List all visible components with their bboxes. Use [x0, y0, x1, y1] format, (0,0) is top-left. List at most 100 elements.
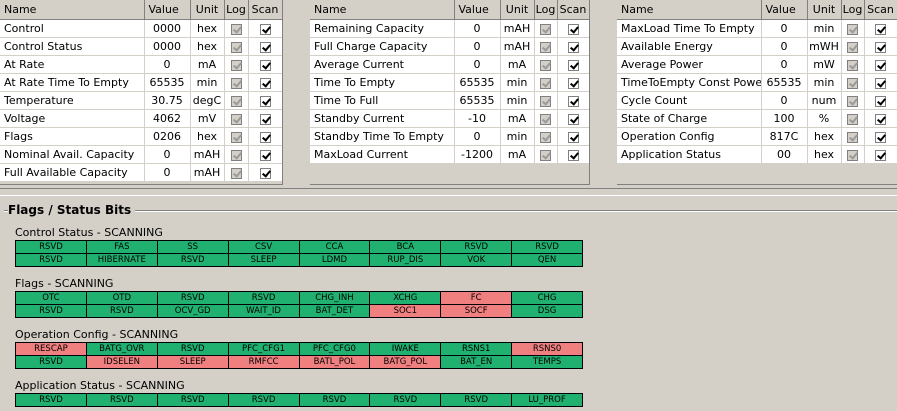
- column-header-unit[interactable]: Unit: [190, 0, 225, 20]
- table-row[interactable]: Application Status 00 hex: [617, 145, 897, 164]
- log-cell: [534, 55, 558, 74]
- scan-checkbox[interactable]: [259, 41, 271, 53]
- log-checkbox[interactable]: [540, 23, 551, 35]
- table-row[interactable]: At Rate Time To Empty 65535 min: [0, 73, 282, 92]
- log-checkbox[interactable]: [540, 41, 551, 53]
- scan-checkbox[interactable]: [875, 113, 886, 125]
- table-row[interactable]: Control 0000 hex: [0, 19, 282, 38]
- log-cell: [534, 19, 558, 38]
- scan-checkbox[interactable]: [567, 95, 579, 107]
- scan-checkbox[interactable]: [259, 77, 271, 89]
- log-checkbox[interactable]: [847, 77, 858, 89]
- column-header-scan[interactable]: Scan: [864, 0, 897, 20]
- column-header-value[interactable]: Value: [144, 0, 191, 20]
- log-checkbox[interactable]: [540, 131, 551, 143]
- table-row[interactable]: MaxLoad Time To Empty 0 min: [617, 19, 897, 38]
- scan-checkbox[interactable]: [567, 131, 579, 143]
- log-checkbox[interactable]: [230, 167, 242, 179]
- log-checkbox[interactable]: [540, 59, 551, 71]
- column-header-name[interactable]: Name: [310, 0, 455, 20]
- column-header-value[interactable]: Value: [761, 0, 808, 20]
- scan-checkbox[interactable]: [875, 23, 886, 35]
- scan-checkbox[interactable]: [875, 41, 886, 53]
- log-checkbox[interactable]: [230, 131, 242, 143]
- column-header-scan[interactable]: Scan: [248, 0, 282, 20]
- table-row[interactable]: Cycle Count 0 num: [617, 91, 897, 110]
- scan-checkbox[interactable]: [567, 59, 579, 71]
- scan-checkbox[interactable]: [259, 149, 271, 161]
- status-bit: XCHG: [369, 291, 442, 305]
- scan-checkbox[interactable]: [259, 59, 271, 71]
- scan-checkbox[interactable]: [875, 131, 886, 143]
- scan-checkbox[interactable]: [259, 95, 271, 107]
- table-row[interactable]: Standby Current -10 mA: [310, 109, 589, 128]
- table-row[interactable]: State of Charge 100%: [617, 109, 897, 128]
- scan-checkbox[interactable]: [259, 167, 271, 179]
- log-checkbox[interactable]: [230, 41, 242, 53]
- scan-checkbox[interactable]: [567, 113, 579, 125]
- table-row[interactable]: Operation Config 817C hex: [617, 127, 897, 146]
- log-checkbox[interactable]: [847, 41, 858, 53]
- table-row[interactable]: Remaining Capacity 0 mAH: [310, 19, 589, 38]
- log-checkbox[interactable]: [847, 113, 858, 125]
- table-row[interactable]: Full Available Capacity 0 mAH: [0, 163, 282, 182]
- log-checkbox[interactable]: [230, 149, 242, 161]
- log-checkbox[interactable]: [847, 23, 858, 35]
- table-row[interactable]: Average Current 0 mA: [310, 55, 589, 74]
- scan-checkbox[interactable]: [875, 77, 886, 89]
- log-checkbox[interactable]: [540, 95, 551, 107]
- scan-checkbox[interactable]: [875, 149, 886, 161]
- log-checkbox[interactable]: [847, 131, 858, 143]
- scan-checkbox[interactable]: [567, 41, 579, 53]
- column-header-log[interactable]: Log: [224, 0, 249, 20]
- column-header-name[interactable]: Name: [617, 0, 762, 20]
- log-checkbox[interactable]: [230, 113, 242, 125]
- bit-row: RSVD RSVD OCV_GD WAIT_ID BAT_DET SOC1 SOCF DSG: [15, 304, 583, 318]
- scan-checkbox[interactable]: [259, 113, 271, 125]
- scan-checkbox[interactable]: [567, 149, 579, 161]
- log-checkbox[interactable]: [230, 59, 242, 71]
- table-row[interactable]: Standby Time To Empty 0 min: [310, 127, 589, 146]
- scan-checkbox[interactable]: [567, 23, 579, 35]
- status-bit: CSV: [227, 240, 300, 254]
- log-checkbox[interactable]: [230, 77, 242, 89]
- scan-checkbox[interactable]: [259, 23, 271, 35]
- table-row[interactable]: TimeToEmpty Const Power 65535 min: [617, 73, 897, 92]
- table-row[interactable]: Flags 0206 hex: [0, 127, 282, 146]
- table-row[interactable]: At Rate 0 mA: [0, 55, 282, 74]
- table-row[interactable]: Average Power 0 mW: [617, 55, 897, 74]
- scan-cell: [557, 19, 589, 38]
- log-checkbox[interactable]: [540, 149, 551, 161]
- column-header-value[interactable]: Value: [454, 0, 501, 20]
- column-header-name[interactable]: Name: [0, 0, 145, 20]
- log-checkbox[interactable]: [230, 95, 242, 107]
- table-row[interactable]: Control Status 0000 hex: [0, 37, 282, 56]
- column-header-log[interactable]: Log: [841, 0, 865, 20]
- panel-splitter[interactable]: [0, 188, 897, 196]
- scan-checkbox[interactable]: [259, 131, 271, 143]
- table-row[interactable]: Nominal Avail. Capacity 0 mAH: [0, 145, 282, 164]
- column-header-unit[interactable]: Unit: [500, 0, 535, 20]
- scan-cell: [557, 55, 589, 74]
- register-unit: mAH: [500, 37, 535, 56]
- table-row[interactable]: Voltage 4062 mV: [0, 109, 282, 128]
- column-header-scan[interactable]: Scan: [557, 0, 589, 20]
- table-row[interactable]: MaxLoad Current -1200 mA: [310, 145, 589, 164]
- log-checkbox[interactable]: [230, 23, 242, 35]
- table-row[interactable]: Full Charge Capacity 0 mAH: [310, 37, 589, 56]
- log-checkbox[interactable]: [540, 77, 551, 89]
- scan-checkbox[interactable]: [875, 95, 886, 107]
- table-row[interactable]: Time To Full 65535 min: [310, 91, 589, 110]
- column-header-log[interactable]: Log: [534, 0, 558, 20]
- scan-checkbox[interactable]: [567, 77, 579, 89]
- column-header-unit[interactable]: Unit: [807, 0, 842, 20]
- table-row[interactable]: Time To Empty 65535 min: [310, 73, 589, 92]
- table-row[interactable]: Available Energy 0 mWH: [617, 37, 897, 56]
- log-checkbox[interactable]: [540, 113, 551, 125]
- scan-checkbox[interactable]: [875, 59, 886, 71]
- log-checkbox[interactable]: [847, 95, 858, 107]
- status-bit: OTC: [15, 291, 87, 305]
- table-row[interactable]: Temperature 30.75 degC: [0, 91, 282, 110]
- log-checkbox[interactable]: [847, 149, 858, 161]
- log-checkbox[interactable]: [847, 59, 858, 71]
